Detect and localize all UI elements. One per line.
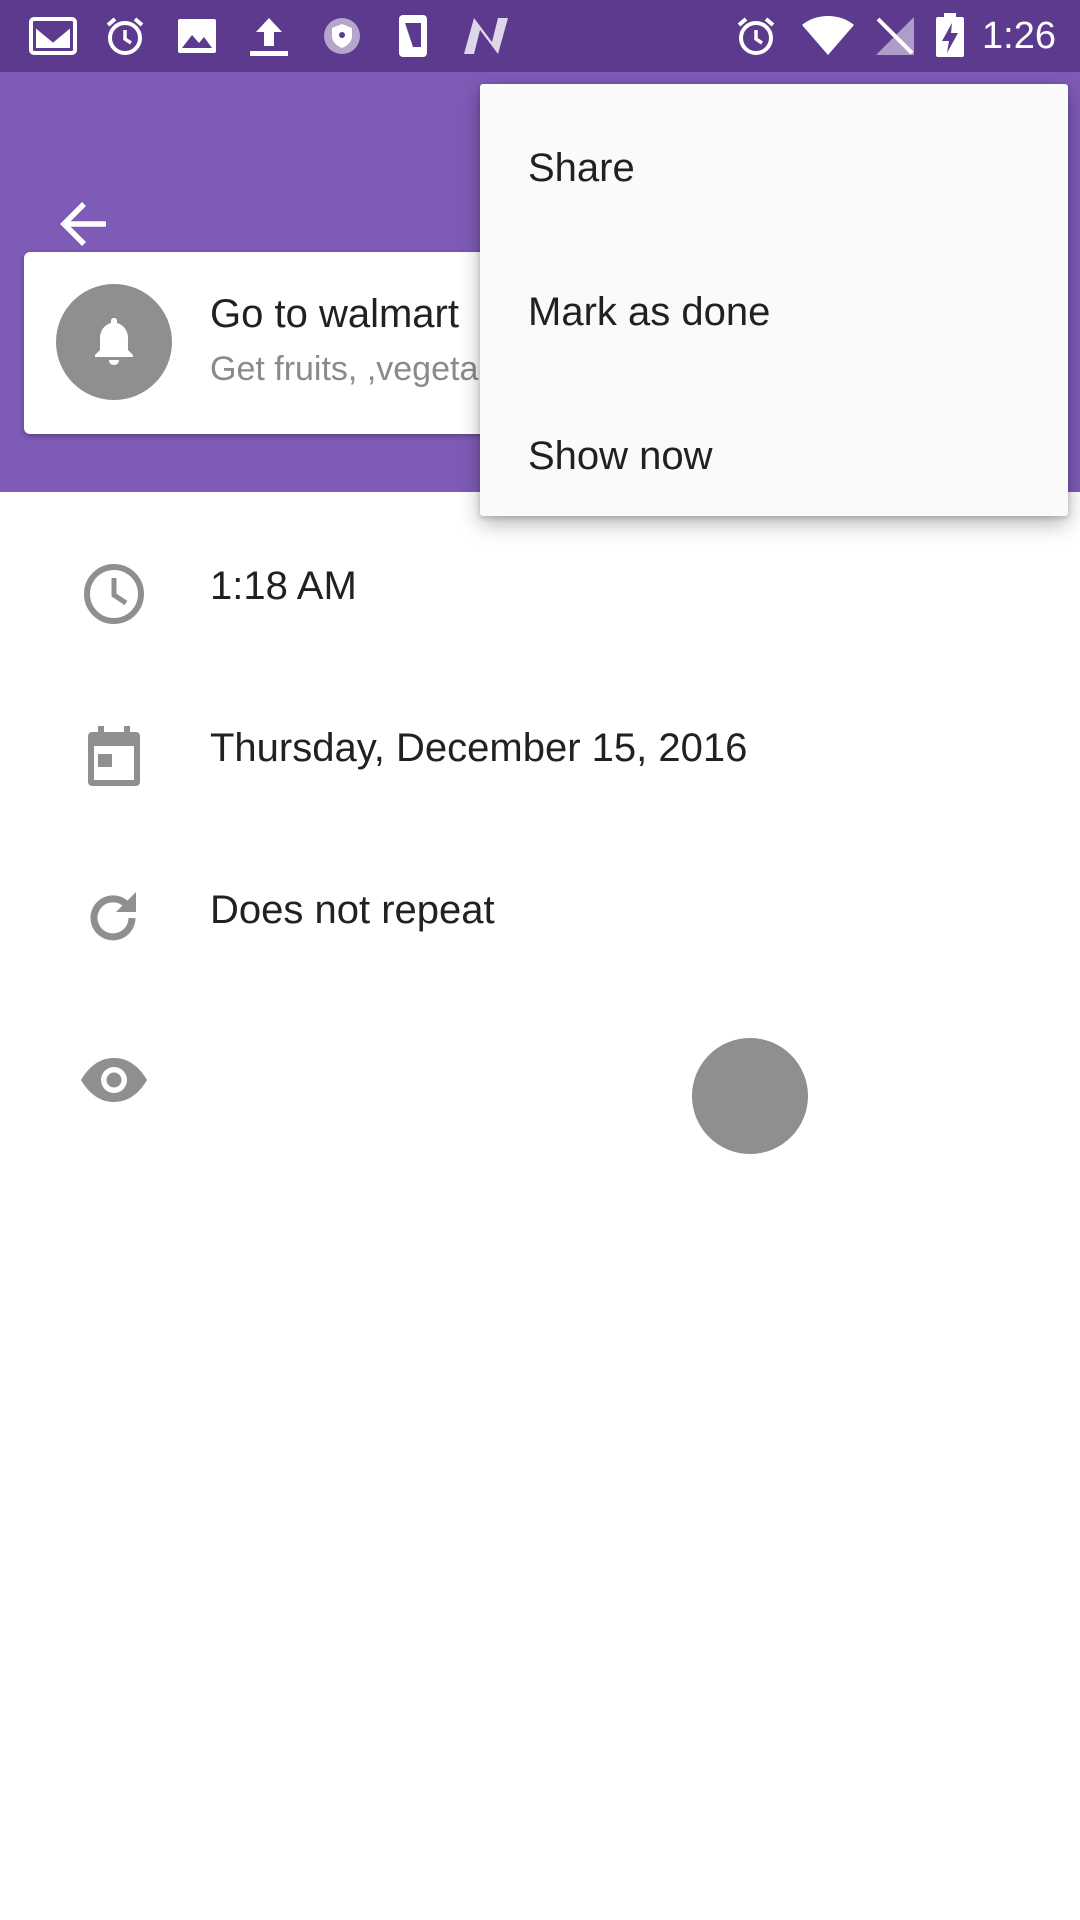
gmail-icon xyxy=(28,14,78,58)
shield-icon xyxy=(322,14,362,58)
upload-icon xyxy=(246,14,292,58)
menu-item-show-now[interactable]: Show now xyxy=(480,384,1068,528)
menu-item-share[interactable]: Share xyxy=(480,96,1068,240)
menu-item-label: Mark as done xyxy=(528,289,771,334)
repeat-row[interactable]: Does not repeat xyxy=(0,852,1080,972)
image-icon xyxy=(176,14,218,58)
no-signal-icon xyxy=(874,14,916,58)
repeat-icon xyxy=(78,882,150,954)
arrow-left-icon xyxy=(58,200,110,253)
date-row[interactable]: Thursday, December 15, 2016 xyxy=(0,690,1080,810)
phone-icon xyxy=(396,14,430,58)
clock-icon xyxy=(78,558,150,630)
n-logo-icon xyxy=(462,14,510,58)
reminder-avatar xyxy=(56,284,172,400)
touch-indicator xyxy=(692,1038,808,1154)
bell-icon xyxy=(90,314,138,371)
alarm-icon xyxy=(104,14,146,58)
alarm-icon xyxy=(734,14,778,58)
reminder-subtitle: Get fruits, ,vegeta xyxy=(210,350,479,388)
visibility-row[interactable] xyxy=(0,1014,1080,1134)
date-value: Thursday, December 15, 2016 xyxy=(210,726,748,770)
wifi-icon xyxy=(800,14,856,58)
overflow-menu: Share Mark as done Show now xyxy=(480,84,1068,516)
status-bar: 1:26 xyxy=(0,0,1080,72)
calendar-icon xyxy=(78,720,150,792)
time-row[interactable]: 1:18 AM xyxy=(0,528,1080,648)
menu-item-label: Share xyxy=(528,145,635,190)
menu-item-label: Show now xyxy=(528,433,713,478)
repeat-value: Does not repeat xyxy=(210,888,495,932)
menu-item-mark-as-done[interactable]: Mark as done xyxy=(480,240,1068,384)
eye-icon xyxy=(78,1044,150,1116)
time-value: 1:18 AM xyxy=(210,564,357,608)
status-time: 1:26 xyxy=(982,15,1056,57)
reminder-title: Go to walmart xyxy=(210,292,459,336)
battery-charging-icon xyxy=(934,13,966,58)
